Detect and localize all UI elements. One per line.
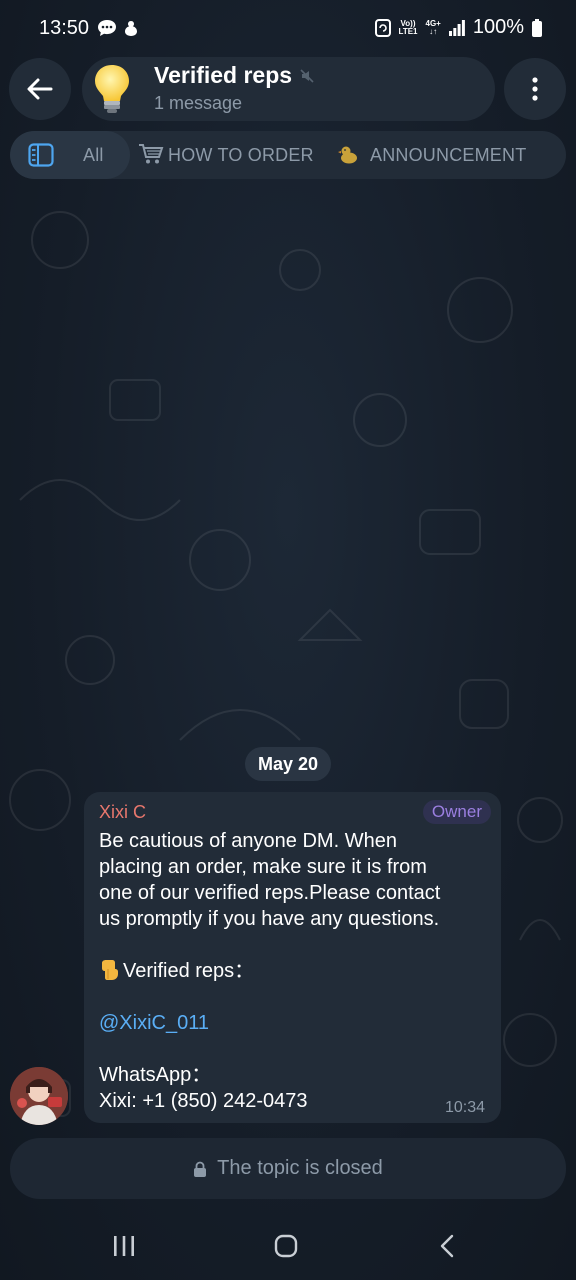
network-indicator: 4G+ ↓↑ [425, 18, 441, 36]
sync-icon [374, 18, 391, 37]
volte-indicator: Vo)) LTE1 [398, 18, 418, 36]
message-line: Be cautious of anyone DM. When [99, 830, 397, 852]
avatar-image [10, 1067, 68, 1125]
verified-reps-label: Verified reps： [123, 960, 255, 982]
topic-header[interactable]: Verified reps 1 message [82, 57, 495, 121]
message-text: Be cautious of anyone DM. When placing a… [99, 828, 489, 1114]
message-notification-icon [98, 20, 116, 36]
back-nav-icon[interactable] [438, 1234, 456, 1258]
duck-icon [338, 146, 357, 164]
message-line: one of our verified reps.Please contact [99, 882, 441, 904]
status-bar: 13:50 Vo)) LTE1 4G+ ↓↑ 100% [0, 0, 576, 56]
message-line: us promptly if you have any questions. [99, 908, 440, 930]
topic-closed-text: The topic is closed [217, 1157, 383, 1179]
lock-icon [194, 1161, 207, 1177]
tab-all[interactable]: All [10, 131, 130, 179]
shopping-cart-icon [139, 144, 164, 164]
status-right-group: Vo)) LTE1 4G+ ↓↑ 100% [374, 16, 542, 39]
signal-icon [448, 19, 465, 36]
tab-how-to-order-label: HOW TO ORDER [168, 145, 314, 165]
message-bubble[interactable]: Xixi C Owner Be cautious of anyone DM. W… [84, 792, 501, 1123]
more-options-button[interactable] [504, 58, 566, 120]
mention-link[interactable]: @XixiC_011 [99, 1010, 489, 1036]
message-time: 10:34 [444, 1099, 485, 1116]
topic-tabs: All HOW TO ORDER ANNOUNCEMENT [10, 131, 566, 179]
topic-title: Verified reps [154, 62, 293, 88]
tab-all-label: All [83, 145, 104, 165]
topic-subtitle: 1 message [154, 93, 243, 113]
kebab-menu-icon [532, 77, 538, 101]
point-down-icon [102, 960, 118, 980]
date-separator: May 20 [245, 747, 331, 781]
battery-percent: 100% [472, 16, 524, 38]
status-time: 13:50 [39, 17, 90, 39]
contact-number: Xixi: +1 (850) 242-0473 [99, 1090, 308, 1112]
home-icon[interactable] [274, 1234, 298, 1258]
back-button[interactable] [9, 58, 71, 120]
app-notification-icon [125, 21, 137, 36]
tab-announcement-label: ANNOUNCEMENT [370, 145, 527, 165]
role-badge: Owner [422, 800, 491, 824]
verified-reps-line: Verified reps： [99, 958, 489, 984]
system-nav-bar [0, 1214, 576, 1280]
sender-name[interactable]: Xixi C [99, 802, 146, 823]
light-bulb-icon [95, 65, 129, 113]
muted-icon [300, 69, 314, 83]
whatsapp-label: WhatsApp： [99, 1064, 212, 1086]
topic-closed-bar: The topic is closed [10, 1138, 566, 1199]
avatar[interactable] [10, 1067, 68, 1125]
sidebar-toggle-icon[interactable] [28, 143, 54, 167]
battery-icon [532, 18, 542, 37]
recent-apps-icon[interactable] [113, 1234, 135, 1258]
arrow-left-icon [27, 78, 53, 100]
message-line: placing an order, make sure it is from [99, 856, 427, 878]
